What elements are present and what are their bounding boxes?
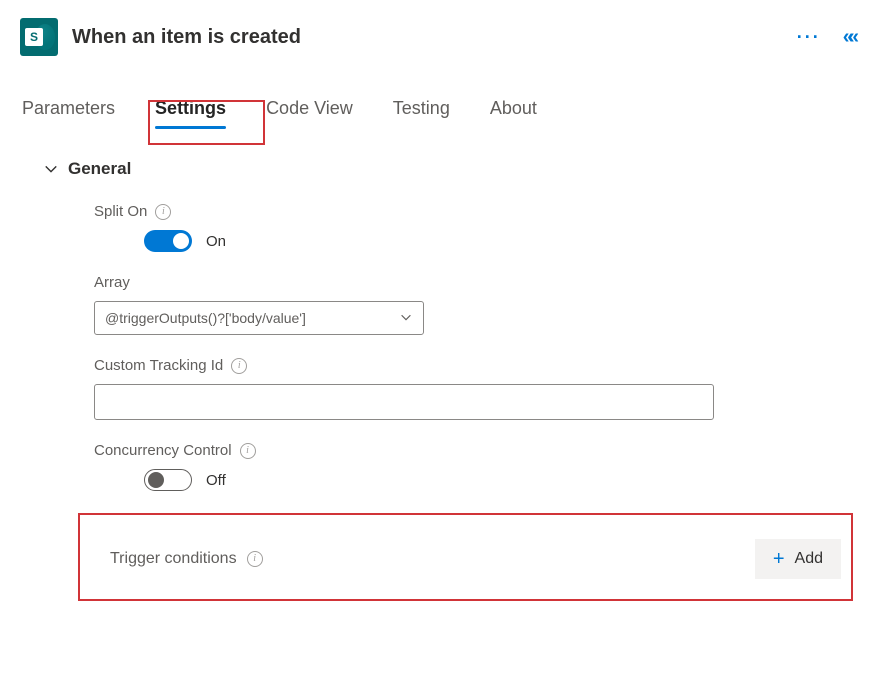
info-icon[interactable]: i — [231, 358, 247, 374]
annotation-highlight-trigger: Trigger conditions i + Add — [78, 513, 853, 601]
trigger-conditions-label: Trigger conditions — [110, 550, 237, 568]
info-icon[interactable]: i — [247, 551, 263, 567]
tab-about[interactable]: About — [488, 92, 539, 129]
add-button-label: Add — [795, 550, 823, 568]
section-toggle-general[interactable]: General — [44, 159, 853, 179]
array-label: Array — [94, 274, 130, 291]
field-custom-tracking: Custom Tracking Id i — [44, 357, 853, 420]
split-on-state: On — [206, 233, 226, 250]
info-icon[interactable]: i — [240, 443, 256, 459]
chevron-down-icon — [44, 162, 58, 176]
array-select[interactable]: @triggerOutputs()?['body/value'] — [94, 301, 424, 335]
more-icon[interactable]: ··· — [797, 28, 821, 46]
sharepoint-icon: S — [20, 18, 58, 56]
tab-bar: Parameters Settings Code View Testing Ab… — [20, 82, 853, 129]
array-value: @triggerOutputs()?['body/value'] — [105, 310, 306, 326]
collapse-icon[interactable]: «« — [843, 26, 853, 49]
concurrency-state: Off — [206, 472, 226, 489]
info-icon[interactable]: i — [155, 204, 171, 220]
field-split-on: Split On i On — [44, 203, 853, 252]
split-on-toggle[interactable] — [144, 230, 192, 252]
tab-settings[interactable]: Settings — [153, 92, 228, 129]
section-title: General — [68, 159, 131, 179]
chevron-down-icon — [399, 310, 413, 327]
field-trigger-conditions: Trigger conditions i + Add — [80, 519, 851, 599]
field-concurrency: Concurrency Control i Off — [44, 442, 853, 491]
custom-tracking-label: Custom Tracking Id — [94, 357, 223, 374]
plus-icon: + — [773, 549, 785, 569]
add-trigger-condition-button[interactable]: + Add — [755, 539, 841, 579]
tab-testing[interactable]: Testing — [391, 92, 452, 129]
custom-tracking-input[interactable] — [94, 384, 714, 420]
field-array: Array @triggerOutputs()?['body/value'] — [44, 274, 853, 335]
card-header: S When an item is created ··· «« — [20, 16, 853, 82]
settings-panel: General Split On i On Array @triggerOutp… — [20, 159, 853, 491]
card-title: When an item is created — [72, 26, 783, 49]
split-on-label: Split On — [94, 203, 147, 220]
tab-code-view[interactable]: Code View — [264, 92, 355, 129]
concurrency-label: Concurrency Control — [94, 442, 232, 459]
concurrency-toggle[interactable] — [144, 469, 192, 491]
tab-parameters[interactable]: Parameters — [20, 92, 117, 129]
